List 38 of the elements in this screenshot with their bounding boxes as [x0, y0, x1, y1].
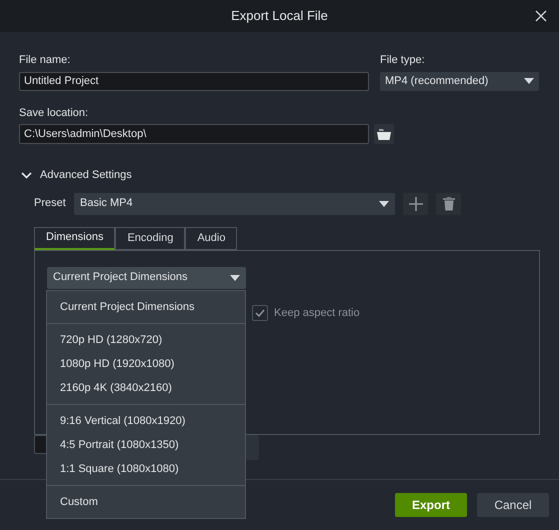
trash-icon — [442, 196, 454, 210]
dimensions-dropdown[interactable]: Current Project Dimensions — [47, 266, 246, 288]
tab[interactable]: Audio — [185, 226, 238, 250]
menu-item[interactable]: 720p HD (1280x720) — [47, 328, 245, 352]
menu-item[interactable]: Custom — [47, 490, 245, 514]
preset-label: Preset — [34, 196, 67, 212]
delete-preset-button[interactable] — [436, 192, 461, 214]
menu-item[interactable]: 9:16 Vertical (1080x1920) — [47, 409, 245, 433]
menu-item[interactable]: 2160p 4K (3840x2160) — [47, 376, 245, 400]
menu-item[interactable]: 1:1 Square (1080x1080) — [47, 457, 245, 481]
cancel-button[interactable]: Cancel — [477, 493, 549, 517]
add-preset-button[interactable] — [403, 192, 428, 214]
menu-item[interactable]: 4:5 Portrait (1080x1350) — [47, 433, 245, 457]
file-type-dropdown[interactable]: MP4 (recommended) — [380, 72, 539, 90]
caret-icon — [524, 78, 534, 84]
menu-item[interactable]: Current Project Dimensions — [47, 295, 245, 319]
preset-dropdown[interactable]: Basic MP4 — [74, 192, 395, 214]
checkbox-label: Keep aspect ratio — [274, 306, 360, 320]
caret-icon — [379, 200, 389, 206]
folder-icon — [376, 128, 392, 140]
menu-item[interactable]: 1080p HD (1920x1080) — [47, 352, 245, 376]
field-label: Save location: — [19, 106, 90, 120]
file-name-field[interactable]: Untitled Project — [19, 72, 369, 90]
field-label: File type: — [380, 53, 426, 68]
export-button[interactable]: Export — [395, 493, 467, 517]
plus-icon — [408, 196, 422, 210]
tab[interactable]: Dimensions — [34, 226, 116, 250]
checkbox[interactable] — [252, 304, 268, 321]
field-label: File name: — [19, 53, 72, 68]
close-button[interactable] — [533, 8, 549, 24]
close-icon — [535, 10, 547, 22]
tab[interactable]: Encoding — [115, 226, 186, 250]
save-location-field[interactable]: C:\Users\admin\Desktop\ — [19, 124, 369, 144]
advanced-settings-toggle[interactable]: Advanced Settings — [21, 167, 540, 184]
caret-icon — [230, 274, 240, 280]
browse-button[interactable] — [374, 124, 394, 144]
check-icon — [255, 308, 265, 317]
window-title: Export Local File — [231, 7, 328, 26]
